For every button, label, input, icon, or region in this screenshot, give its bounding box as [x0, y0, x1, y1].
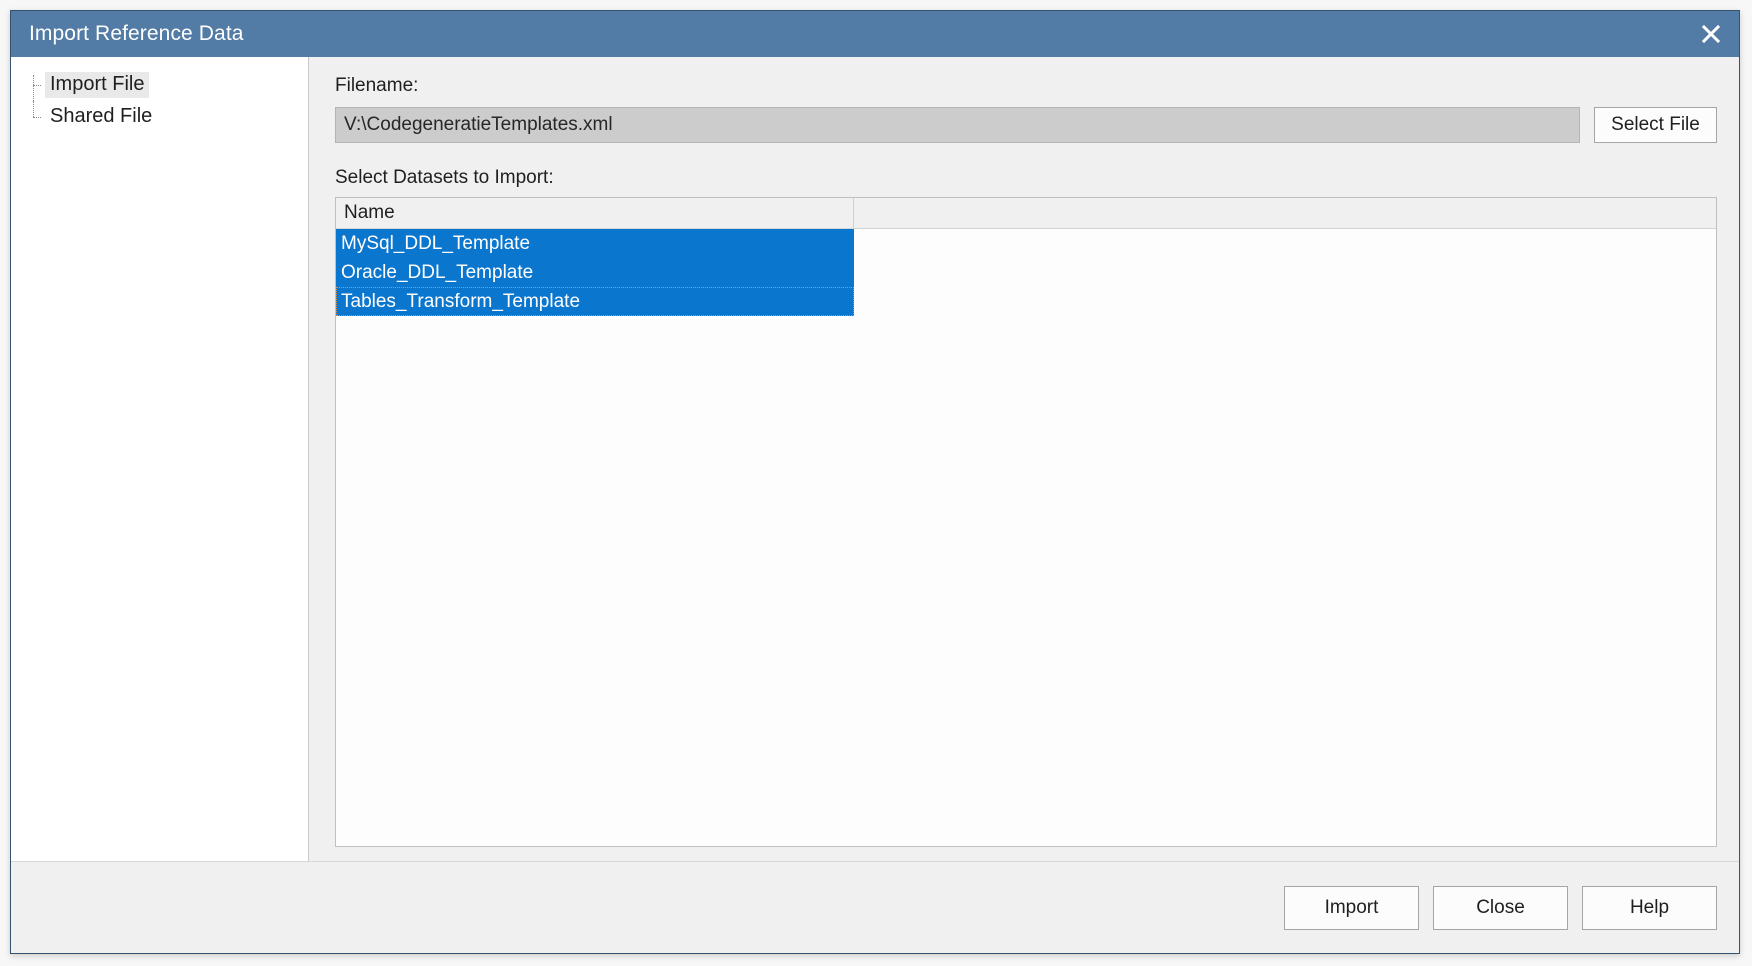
content-pane: Filename: V:\CodegeneratieTemplates.xml …: [309, 57, 1739, 861]
tree-item-import-file[interactable]: Import File: [11, 69, 308, 117]
column-header-filler[interactable]: [854, 198, 1716, 228]
column-header-name[interactable]: Name: [336, 198, 854, 228]
datasets-grid-header: Name: [336, 198, 1716, 229]
filename-input[interactable]: V:\CodegeneratieTemplates.xml: [335, 107, 1580, 143]
table-row[interactable]: MySql_DDL_Template: [336, 229, 1716, 258]
select-datasets-label: Select Datasets to Import:: [335, 167, 554, 188]
close-button[interactable]: Close: [1433, 885, 1568, 930]
select-file-button[interactable]: Select File: [1594, 107, 1717, 143]
help-button[interactable]: Help: [1582, 885, 1717, 930]
table-row[interactable]: Tables_Transform_Template: [336, 287, 1716, 316]
dataset-name-cell: Oracle_DDL_Template: [336, 258, 854, 287]
tree-item-label: Import File: [45, 72, 150, 98]
dialog-body: Import File Shared File Filename: V:\Cod…: [11, 57, 1739, 861]
navigation-tree: Import File Shared File: [11, 57, 309, 861]
filename-label: Filename:: [335, 75, 419, 96]
close-x-icon: [1700, 23, 1722, 45]
tree-item-label: Shared File: [50, 105, 153, 127]
dataset-name-cell: MySql_DDL_Template: [336, 229, 854, 258]
dialog-footer: Import Close Help: [11, 861, 1739, 953]
import-button[interactable]: Import: [1284, 885, 1419, 930]
tree-item-shared-file[interactable]: Shared File: [11, 101, 308, 133]
import-reference-data-dialog: Import Reference Data Import File Shared…: [10, 10, 1740, 954]
filename-row: V:\CodegeneratieTemplates.xml Select Fil…: [335, 107, 1717, 143]
dialog-titlebar: Import Reference Data: [11, 11, 1739, 57]
datasets-grid: Name MySql_DDL_Template Oracle_DDL_Templ…: [335, 197, 1717, 847]
table-row[interactable]: Oracle_DDL_Template: [336, 258, 1716, 287]
dataset-name-cell: Tables_Transform_Template: [336, 287, 854, 316]
dialog-title: Import Reference Data: [29, 22, 244, 45]
close-window-button[interactable]: [1683, 11, 1739, 57]
datasets-grid-body: MySql_DDL_Template Oracle_DDL_Template T…: [336, 229, 1716, 846]
